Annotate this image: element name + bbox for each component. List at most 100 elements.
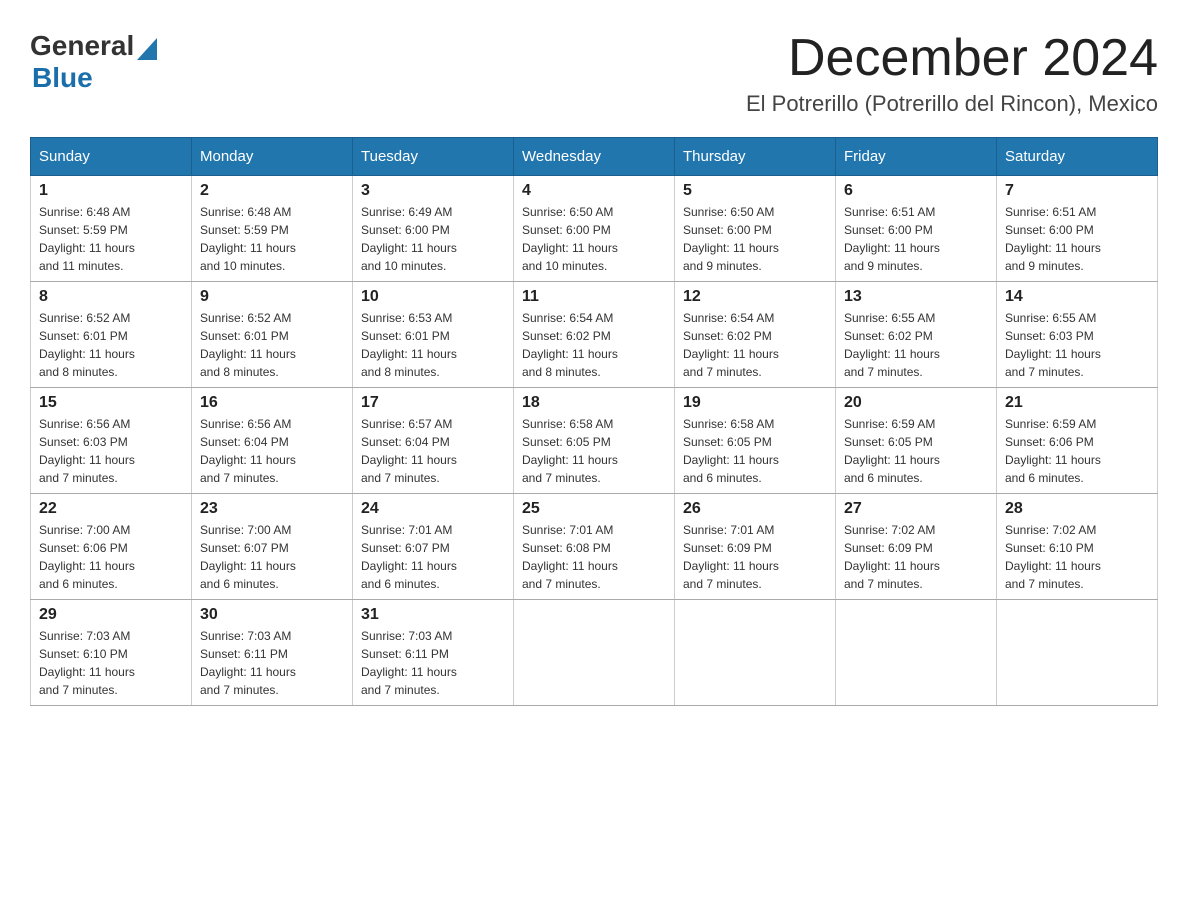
table-row: 23 Sunrise: 7:00 AM Sunset: 6:07 PM Dayl… (192, 494, 353, 600)
table-row: 17 Sunrise: 6:57 AM Sunset: 6:04 PM Dayl… (353, 388, 514, 494)
title-section: December 2024 El Potrerillo (Potrerillo … (746, 30, 1158, 117)
day-info: Sunrise: 7:00 AM Sunset: 6:07 PM Dayligh… (200, 521, 344, 593)
day-info: Sunrise: 6:56 AM Sunset: 6:03 PM Dayligh… (39, 415, 183, 487)
header-wednesday: Wednesday (514, 138, 675, 176)
table-row: 11 Sunrise: 6:54 AM Sunset: 6:02 PM Dayl… (514, 282, 675, 388)
day-info: Sunrise: 6:55 AM Sunset: 6:03 PM Dayligh… (1005, 309, 1149, 381)
day-number: 30 (200, 606, 344, 624)
logo-triangle-icon (137, 38, 157, 60)
table-row: 1 Sunrise: 6:48 AM Sunset: 5:59 PM Dayli… (31, 176, 192, 282)
table-row: 19 Sunrise: 6:58 AM Sunset: 6:05 PM Dayl… (675, 388, 836, 494)
table-row: 7 Sunrise: 6:51 AM Sunset: 6:00 PM Dayli… (997, 176, 1158, 282)
table-row: 29 Sunrise: 7:03 AM Sunset: 6:10 PM Dayl… (31, 600, 192, 706)
day-info: Sunrise: 6:48 AM Sunset: 5:59 PM Dayligh… (200, 203, 344, 275)
day-info: Sunrise: 6:50 AM Sunset: 6:00 PM Dayligh… (683, 203, 827, 275)
day-number: 17 (361, 394, 505, 412)
day-number: 2 (200, 182, 344, 200)
day-info: Sunrise: 7:03 AM Sunset: 6:11 PM Dayligh… (361, 627, 505, 699)
day-info: Sunrise: 6:56 AM Sunset: 6:04 PM Dayligh… (200, 415, 344, 487)
day-number: 31 (361, 606, 505, 624)
day-info: Sunrise: 6:52 AM Sunset: 6:01 PM Dayligh… (200, 309, 344, 381)
calendar-week-row: 29 Sunrise: 7:03 AM Sunset: 6:10 PM Dayl… (31, 600, 1158, 706)
calendar-week-row: 15 Sunrise: 6:56 AM Sunset: 6:03 PM Dayl… (31, 388, 1158, 494)
calendar-week-row: 22 Sunrise: 7:00 AM Sunset: 6:06 PM Dayl… (31, 494, 1158, 600)
day-number: 13 (844, 288, 988, 306)
day-number: 25 (522, 500, 666, 518)
calendar-week-row: 1 Sunrise: 6:48 AM Sunset: 5:59 PM Dayli… (31, 176, 1158, 282)
logo: General Blue (30, 30, 157, 94)
day-info: Sunrise: 6:59 AM Sunset: 6:05 PM Dayligh… (844, 415, 988, 487)
day-number: 16 (200, 394, 344, 412)
page-header: General Blue December 2024 El Potrerillo… (30, 30, 1158, 117)
day-number: 1 (39, 182, 183, 200)
day-info: Sunrise: 7:01 AM Sunset: 6:07 PM Dayligh… (361, 521, 505, 593)
table-row: 18 Sunrise: 6:58 AM Sunset: 6:05 PM Dayl… (514, 388, 675, 494)
day-info: Sunrise: 7:03 AM Sunset: 6:11 PM Dayligh… (200, 627, 344, 699)
main-title: December 2024 (746, 30, 1158, 87)
day-number: 14 (1005, 288, 1149, 306)
table-row: 27 Sunrise: 7:02 AM Sunset: 6:09 PM Dayl… (836, 494, 997, 600)
table-row: 16 Sunrise: 6:56 AM Sunset: 6:04 PM Dayl… (192, 388, 353, 494)
day-number: 15 (39, 394, 183, 412)
table-row: 4 Sunrise: 6:50 AM Sunset: 6:00 PM Dayli… (514, 176, 675, 282)
day-number: 27 (844, 500, 988, 518)
table-row: 5 Sunrise: 6:50 AM Sunset: 6:00 PM Dayli… (675, 176, 836, 282)
day-info: Sunrise: 7:02 AM Sunset: 6:10 PM Dayligh… (1005, 521, 1149, 593)
table-row: 10 Sunrise: 6:53 AM Sunset: 6:01 PM Dayl… (353, 282, 514, 388)
table-row: 31 Sunrise: 7:03 AM Sunset: 6:11 PM Dayl… (353, 600, 514, 706)
day-number: 10 (361, 288, 505, 306)
subtitle: El Potrerillo (Potrerillo del Rincon), M… (746, 91, 1158, 117)
table-row: 24 Sunrise: 7:01 AM Sunset: 6:07 PM Dayl… (353, 494, 514, 600)
day-number: 11 (522, 288, 666, 306)
day-number: 24 (361, 500, 505, 518)
day-info: Sunrise: 6:50 AM Sunset: 6:00 PM Dayligh… (522, 203, 666, 275)
day-info: Sunrise: 6:55 AM Sunset: 6:02 PM Dayligh… (844, 309, 988, 381)
day-info: Sunrise: 7:02 AM Sunset: 6:09 PM Dayligh… (844, 521, 988, 593)
day-number: 23 (200, 500, 344, 518)
day-number: 5 (683, 182, 827, 200)
table-row: 20 Sunrise: 6:59 AM Sunset: 6:05 PM Dayl… (836, 388, 997, 494)
day-info: Sunrise: 6:58 AM Sunset: 6:05 PM Dayligh… (522, 415, 666, 487)
table-row: 9 Sunrise: 6:52 AM Sunset: 6:01 PM Dayli… (192, 282, 353, 388)
day-info: Sunrise: 7:01 AM Sunset: 6:09 PM Dayligh… (683, 521, 827, 593)
header-saturday: Saturday (997, 138, 1158, 176)
day-info: Sunrise: 7:03 AM Sunset: 6:10 PM Dayligh… (39, 627, 183, 699)
day-info: Sunrise: 6:57 AM Sunset: 6:04 PM Dayligh… (361, 415, 505, 487)
day-info: Sunrise: 6:51 AM Sunset: 6:00 PM Dayligh… (844, 203, 988, 275)
table-row: 14 Sunrise: 6:55 AM Sunset: 6:03 PM Dayl… (997, 282, 1158, 388)
day-number: 21 (1005, 394, 1149, 412)
table-row: 26 Sunrise: 7:01 AM Sunset: 6:09 PM Dayl… (675, 494, 836, 600)
table-row (836, 600, 997, 706)
day-number: 3 (361, 182, 505, 200)
day-number: 12 (683, 288, 827, 306)
day-number: 22 (39, 500, 183, 518)
header-friday: Friday (836, 138, 997, 176)
header-thursday: Thursday (675, 138, 836, 176)
logo-general: General (30, 30, 134, 62)
day-number: 8 (39, 288, 183, 306)
day-info: Sunrise: 6:52 AM Sunset: 6:01 PM Dayligh… (39, 309, 183, 381)
day-number: 26 (683, 500, 827, 518)
day-info: Sunrise: 6:59 AM Sunset: 6:06 PM Dayligh… (1005, 415, 1149, 487)
table-row: 6 Sunrise: 6:51 AM Sunset: 6:00 PM Dayli… (836, 176, 997, 282)
calendar-table: Sunday Monday Tuesday Wednesday Thursday… (30, 137, 1158, 706)
day-info: Sunrise: 6:48 AM Sunset: 5:59 PM Dayligh… (39, 203, 183, 275)
table-row: 2 Sunrise: 6:48 AM Sunset: 5:59 PM Dayli… (192, 176, 353, 282)
day-number: 9 (200, 288, 344, 306)
day-number: 28 (1005, 500, 1149, 518)
logo-blue: Blue (32, 62, 93, 94)
day-info: Sunrise: 6:53 AM Sunset: 6:01 PM Dayligh… (361, 309, 505, 381)
table-row: 28 Sunrise: 7:02 AM Sunset: 6:10 PM Dayl… (997, 494, 1158, 600)
table-row: 12 Sunrise: 6:54 AM Sunset: 6:02 PM Dayl… (675, 282, 836, 388)
table-row: 21 Sunrise: 6:59 AM Sunset: 6:06 PM Dayl… (997, 388, 1158, 494)
calendar-header-row: Sunday Monday Tuesday Wednesday Thursday… (31, 138, 1158, 176)
day-info: Sunrise: 6:49 AM Sunset: 6:00 PM Dayligh… (361, 203, 505, 275)
day-number: 4 (522, 182, 666, 200)
header-tuesday: Tuesday (353, 138, 514, 176)
day-number: 20 (844, 394, 988, 412)
day-info: Sunrise: 7:01 AM Sunset: 6:08 PM Dayligh… (522, 521, 666, 593)
day-number: 7 (1005, 182, 1149, 200)
day-info: Sunrise: 7:00 AM Sunset: 6:06 PM Dayligh… (39, 521, 183, 593)
table-row: 3 Sunrise: 6:49 AM Sunset: 6:00 PM Dayli… (353, 176, 514, 282)
table-row: 8 Sunrise: 6:52 AM Sunset: 6:01 PM Dayli… (31, 282, 192, 388)
